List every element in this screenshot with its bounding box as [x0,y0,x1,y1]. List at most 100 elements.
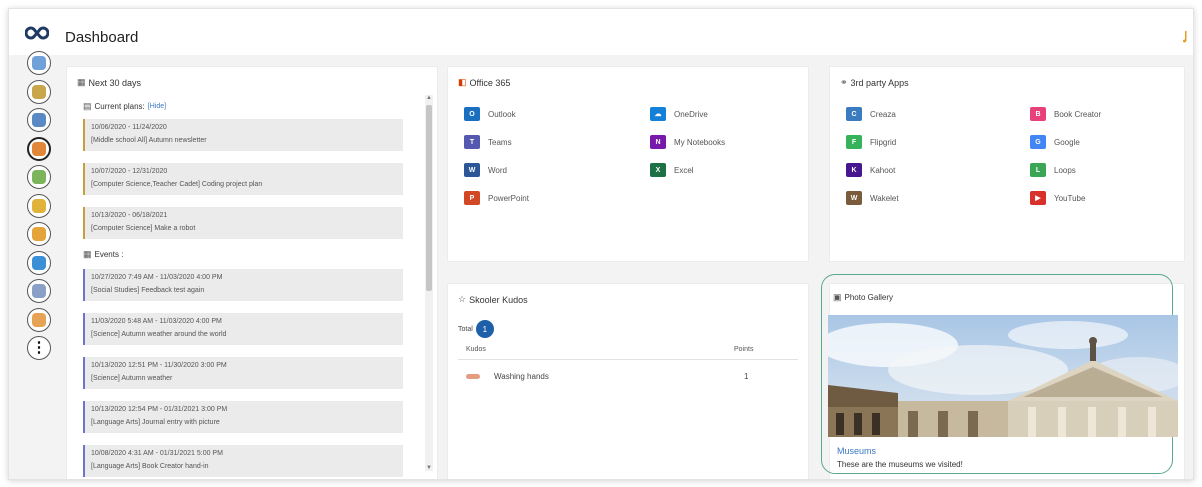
photo-caption-link[interactable]: Museums [837,446,876,456]
date-nav-icon[interactable] [27,279,51,303]
dashboard-window: Dashboard ⋮ ▦ Next 30 days ▤ Current pla… [8,8,1194,480]
event-text: [Language Arts] Journal entry with pictu… [91,419,220,426]
plan-text: [Computer Science,Teacher Cadet] Coding … [91,181,263,188]
next-30-days-title: Next 30 days [88,77,142,88]
app-label: Wakelet [870,193,899,203]
app-label: Creaza [870,109,896,119]
scroll-down-icon[interactable]: ▼ [425,465,433,471]
office-365-card: ◧ Office 365 O Outlook T Teams W Word P PowerPo… [447,66,809,262]
table-row[interactable]: Washing hands 1 [458,370,798,388]
event-dates: 10/08/2020 4:31 AM - 01/31/2021 5:00 PM [91,450,223,457]
scrollbar-thumb[interactable] [426,105,432,291]
calendar-glyph-icon [32,170,46,184]
creaza-link[interactable]: C Creaza [846,107,896,121]
app-label: Flipgrid [870,137,897,147]
office-365-title: Office 365 [469,77,511,88]
wakelet-icon: W [846,191,862,205]
home-nav-icon[interactable] [27,136,51,161]
my-notebooks-link[interactable]: N My Notebooks [650,135,725,149]
scrollbar[interactable]: ▲ ▼ [425,95,433,471]
third-party-apps-card: ⚭ 3rd party Apps C Creaza F Flipgrid K Kahoot… [829,66,1185,262]
kudos-total: Total 1 [458,320,494,338]
event-item[interactable]: 10/27/2020 7:49 AM - 11/03/2020 4:00 PM … [83,269,403,301]
kahoot-icon: K [846,163,862,177]
event-item[interactable]: 10/08/2020 4:31 AM - 01/31/2021 5:00 PM … [83,445,403,477]
chat-nav-icon[interactable] [27,250,51,275]
kudos-table-header: Kudos Points [458,346,798,360]
google-icon: G [1030,135,1046,149]
more-options-icon[interactable]: ⋮ [27,336,51,360]
app-label: OneDrive [674,109,708,119]
left-nav: ⋮ [23,51,53,365]
plan-item[interactable]: 10/13/2020 - 06/18/2021 [Computer Scienc… [83,207,403,239]
scroll-up-icon[interactable]: ▲ [425,95,433,101]
school-nav-icon[interactable] [27,79,51,104]
notes-glyph-icon [32,227,46,241]
third-party-apps-header: ⚭ 3rd party Apps [840,77,909,88]
profile-glyph-icon [32,56,46,70]
excel-link[interactable]: X Excel [650,163,694,177]
assignment-nav-icon[interactable] [27,193,51,218]
onedrive-link[interactable]: ☁ OneDrive [650,107,708,121]
event-dates: 10/13/2020 12:51 PM - 11/30/2020 3:00 PM [91,362,227,369]
calendar-icon: ▦ [77,77,86,87]
app-label: Kahoot [870,165,896,175]
loops-link[interactable]: L Loops [1030,163,1076,177]
plan-dates: 10/06/2020 - 11/24/2020 [91,124,167,131]
next-30-days-header: ▦ Next 30 days [77,77,141,88]
date-glyph-icon [32,284,46,298]
museum-photo[interactable] [828,315,1178,437]
music-note-icon[interactable] [1183,31,1187,43]
word-link[interactable]: W Word [464,163,507,177]
youtube-icon: ▶ [1030,191,1046,205]
app-label: Word [488,165,507,175]
app-label: Google [1054,137,1080,147]
flipgrid-icon: F [846,135,862,149]
kahoot-link[interactable]: K Kahoot [846,163,895,177]
event-item[interactable]: 10/13/2020 12:54 PM - 01/31/2021 3:00 PM… [83,401,403,433]
people-nav-icon[interactable] [27,307,51,332]
outlook-link[interactable]: O Outlook [464,107,516,121]
powerpoint-link[interactable]: P PowerPoint [464,191,529,205]
total-label: Total [458,325,473,333]
kudos-column-header: Kudos [466,346,486,353]
kudos-title: Skooler Kudos [469,294,528,305]
calendar-nav-icon[interactable] [27,165,51,189]
teams-link[interactable]: T Teams [464,135,512,149]
event-dates: 10/27/2020 7:49 AM - 11/03/2020 4:00 PM [91,274,223,281]
book-creator-link[interactable]: B Book Creator [1030,107,1101,121]
event-text: [Science] Autumn weather [91,375,173,382]
assignment-glyph-icon [32,198,46,213]
classroom-glyph-icon [32,113,46,127]
powerpoint-icon: P [464,191,480,205]
flipgrid-link[interactable]: F Flipgrid [846,135,896,149]
third-party-apps-title: 3rd party Apps [850,77,909,88]
google-link[interactable]: G Google [1030,135,1080,149]
chat-glyph-icon [32,255,46,270]
youtube-link[interactable]: ▶ YouTube [1030,191,1085,205]
kudos-award-icon [466,374,480,379]
home-glyph-icon [32,141,46,156]
events-icon: ▦ [83,249,92,259]
plan-item[interactable]: 10/06/2020 - 11/24/2020 [Middle school A… [83,119,403,151]
classroom-nav-icon[interactable] [27,108,51,132]
top-bar: Dashboard [9,9,1193,55]
infinity-icon[interactable] [25,26,49,40]
profile-nav-icon[interactable] [27,51,51,75]
next-30-days-card: ▦ Next 30 days ▤ Current plans: [Hide] 1… [66,66,438,479]
page-title: Dashboard [65,29,139,46]
onenote-icon: N [650,135,666,149]
app-label: Book Creator [1054,109,1102,119]
hide-plans-link[interactable]: [Hide] [148,103,166,110]
skooler-kudos-card: ☆ Skooler Kudos Total 1 Kudos Points Was… [447,283,809,479]
word-icon: W [464,163,480,177]
plans-icon: ▤ [83,101,92,111]
event-item[interactable]: 10/13/2020 12:51 PM - 11/30/2020 3:00 PM… [83,357,403,389]
plan-item[interactable]: 10/07/2020 - 12/31/2020 [Computer Scienc… [83,163,403,195]
wakelet-link[interactable]: W Wakelet [846,191,899,205]
app-label: PowerPoint [488,193,529,203]
event-item[interactable]: 11/03/2020 5:48 AM - 11/03/2020 4:00 PM … [83,313,403,345]
notes-nav-icon[interactable] [27,222,51,246]
events-label: ▦ Events : [83,249,123,260]
office-icon: ◧ [458,77,467,87]
